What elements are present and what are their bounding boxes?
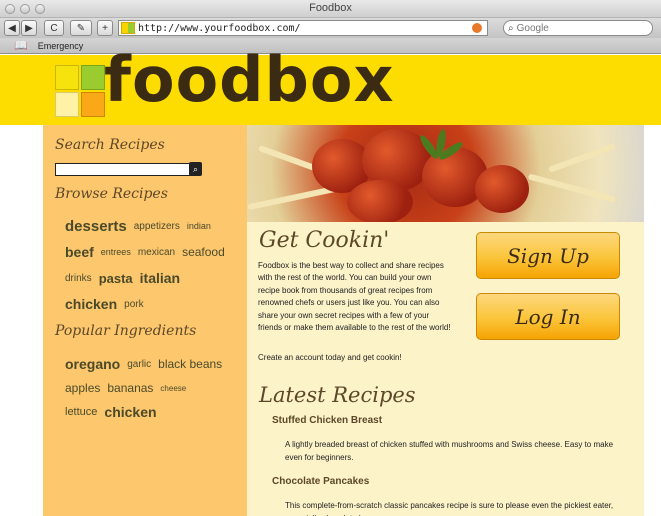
get-cookin-heading: Get Cookin' (259, 228, 390, 253)
tag-row: oregano garlic black beans (65, 352, 245, 376)
window-title: Foodbox (309, 2, 352, 14)
browser-toolbar: ◀ ▶ C ✎ + http://www.yourfoodbox.com/ ⌕ … (0, 18, 661, 38)
tag-row: desserts appetizers indian (65, 213, 245, 239)
recipe-search-input[interactable] (55, 163, 191, 176)
tag-link-oregano[interactable]: oregano (65, 356, 120, 372)
tag-link-desserts[interactable]: desserts (65, 218, 127, 235)
browse-tag-cloud: desserts appetizers indian beef entrees mexic… (65, 213, 245, 317)
tag-row: drinks pasta italian (65, 265, 245, 291)
logo-square (55, 65, 79, 90)
recipe-description: A lightly breaded breast of chicken stuf… (285, 440, 614, 462)
cta-text: Create an account today and get cookin! (258, 353, 402, 362)
site-logo[interactable]: foodbox (104, 49, 395, 111)
reload-button[interactable]: C (44, 20, 64, 36)
site-header: foodbox (0, 49, 661, 125)
search-recipes-heading: Search Recipes (55, 137, 165, 153)
tag-link-cheese[interactable]: cheese (160, 384, 186, 393)
tag-link-chicken[interactable]: chicken (65, 296, 117, 312)
search-placeholder: Google (516, 22, 549, 34)
popular-ingredients-heading: Popular Ingredients (55, 323, 197, 339)
ingredient-tag-cloud: oregano garlic black beans apples bananas che… (65, 352, 245, 424)
address-bar[interactable]: http://www.yourfoodbox.com/ (118, 20, 488, 36)
web-page: foodbox Search Recipes ⌕ Browse Recipes … (0, 49, 661, 516)
sidebar: Search Recipes ⌕ Browse Recipes desserts… (43, 125, 247, 516)
intro-paragraph: Foodbox is the best way to collect and s… (258, 261, 451, 333)
logo-squares-icon[interactable] (55, 65, 105, 117)
latest-recipes-heading: Latest Recipes (259, 383, 416, 407)
snapback-button[interactable]: ✎ (70, 20, 92, 36)
tag-link-entrees[interactable]: entrees (101, 247, 131, 257)
tag-link-appetizers[interactable]: appetizers (134, 221, 180, 232)
recipe-title-link[interactable]: Stuffed Chicken Breast (272, 415, 382, 426)
sign-up-button[interactable]: Sign Up (476, 232, 620, 279)
tag-link-indian[interactable]: indian (187, 221, 211, 231)
tag-link-mexican[interactable]: mexican (138, 247, 175, 258)
snapback-icon: ✎ (76, 22, 86, 34)
plus-icon: + (102, 22, 108, 34)
recipe-description: This complete-from-scratch classic panca… (285, 501, 614, 516)
meatball (475, 165, 529, 213)
tag-row: lettuce chicken (65, 400, 245, 424)
tag-row: beef entrees mexican seafood (65, 239, 245, 265)
logo-square (81, 65, 105, 90)
tag-link-seafood[interactable]: seafood (182, 245, 225, 259)
magnifier-icon: ⌕ (192, 163, 199, 174)
pasta-strand (527, 173, 617, 203)
pasta-strand (548, 143, 616, 173)
tag-link-chicken[interactable]: chicken (104, 404, 156, 420)
rss-icon[interactable] (472, 23, 482, 33)
back-arrow-icon: ◀ (8, 22, 16, 34)
tag-row: apples bananas cheese (65, 376, 245, 400)
back-button[interactable]: ◀ (4, 20, 20, 36)
add-bookmark-button[interactable]: + (97, 20, 113, 36)
meatball (347, 180, 413, 222)
pasta-strand (257, 144, 317, 172)
forward-arrow-icon: ▶ (25, 22, 33, 34)
open-book-icon[interactable]: 📖 (14, 39, 28, 52)
search-field[interactable]: ⌕ Google (503, 20, 653, 36)
search-icon: ⌕ (508, 22, 514, 34)
browse-recipes-heading: Browse Recipes (55, 186, 168, 202)
site-favicon-icon (121, 22, 135, 34)
logo-square (55, 92, 79, 117)
window-titlebar: Foodbox (0, 0, 661, 18)
tag-link-lettuce[interactable]: lettuce (65, 406, 97, 418)
tag-link-pork[interactable]: pork (124, 299, 143, 310)
recipe-search-button[interactable]: ⌕ (189, 162, 202, 176)
url-text: http://www.yourfoodbox.com/ (138, 22, 301, 34)
tag-row: chicken pork (65, 291, 245, 317)
tag-link-pasta[interactable]: pasta (99, 271, 133, 286)
tag-link-italian[interactable]: italian (140, 270, 180, 286)
recipe-title-link[interactable]: Chocolate Pancakes (272, 476, 369, 487)
reload-icon: C (50, 22, 58, 34)
tag-link-garlic[interactable]: garlic (127, 359, 151, 370)
forward-button[interactable]: ▶ (21, 20, 37, 36)
logo-square (81, 92, 105, 117)
hero-pasta-image (247, 125, 644, 222)
log-in-button[interactable]: Log In (476, 293, 620, 340)
tag-link-beef[interactable]: beef (65, 244, 94, 260)
main-content: Get Cookin' Foodbox is the best way to c… (247, 125, 644, 516)
tag-link-black-beans[interactable]: black beans (158, 357, 222, 371)
tag-link-apples[interactable]: apples (65, 381, 100, 395)
bookmark-emergency[interactable]: Emergency (38, 41, 84, 51)
pasta-strand (247, 185, 337, 211)
tag-link-drinks[interactable]: drinks (65, 273, 92, 284)
tag-link-bananas[interactable]: bananas (107, 381, 153, 395)
